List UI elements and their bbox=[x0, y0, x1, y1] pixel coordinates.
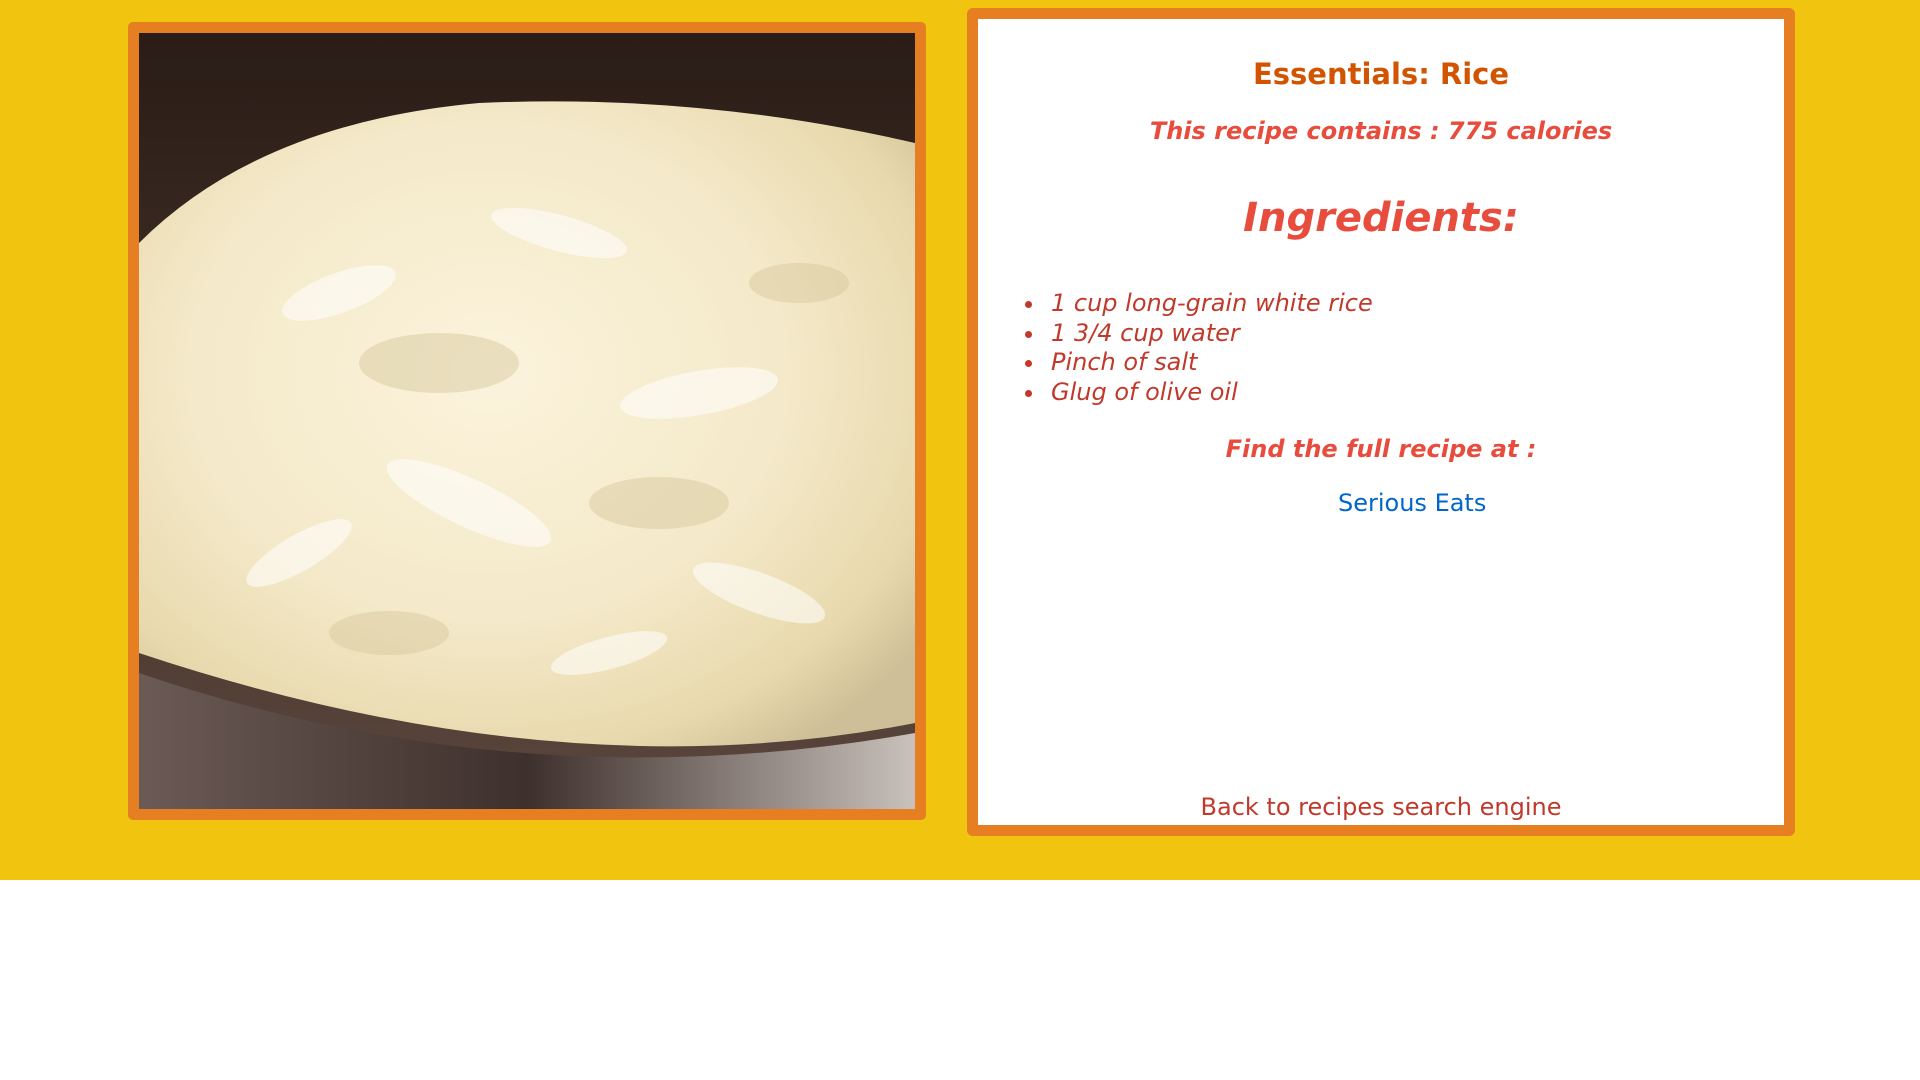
ingredient-item: 1 cup long-grain white rice bbox=[1046, 289, 1373, 319]
find-recipe-label: Find the full recipe at : bbox=[1225, 435, 1537, 463]
ingredients-heading: Ingredients: bbox=[1243, 195, 1519, 241]
recipe-details-card: Essentials: Rice This recipe contains : … bbox=[967, 8, 1795, 836]
recipe-image bbox=[128, 22, 926, 820]
ingredients-list: 1 cup long-grain white rice 1 3/4 cup wa… bbox=[1032, 289, 1373, 407]
back-to-search-link[interactable]: Back to recipes search engine bbox=[978, 793, 1784, 821]
ingredient-item: Pinch of salt bbox=[1046, 348, 1373, 378]
ingredient-item: 1 3/4 cup water bbox=[1046, 319, 1373, 349]
recipe-title: Essentials: Rice bbox=[1252, 57, 1510, 91]
page-banner: Essentials: Rice This recipe contains : … bbox=[0, 0, 1920, 880]
rice-photo bbox=[139, 33, 915, 809]
calories-text: This recipe contains : 775 calories bbox=[1149, 117, 1613, 145]
source-link[interactable]: Serious Eats bbox=[1338, 489, 1486, 517]
ingredient-item: Glug of olive oil bbox=[1046, 378, 1373, 408]
